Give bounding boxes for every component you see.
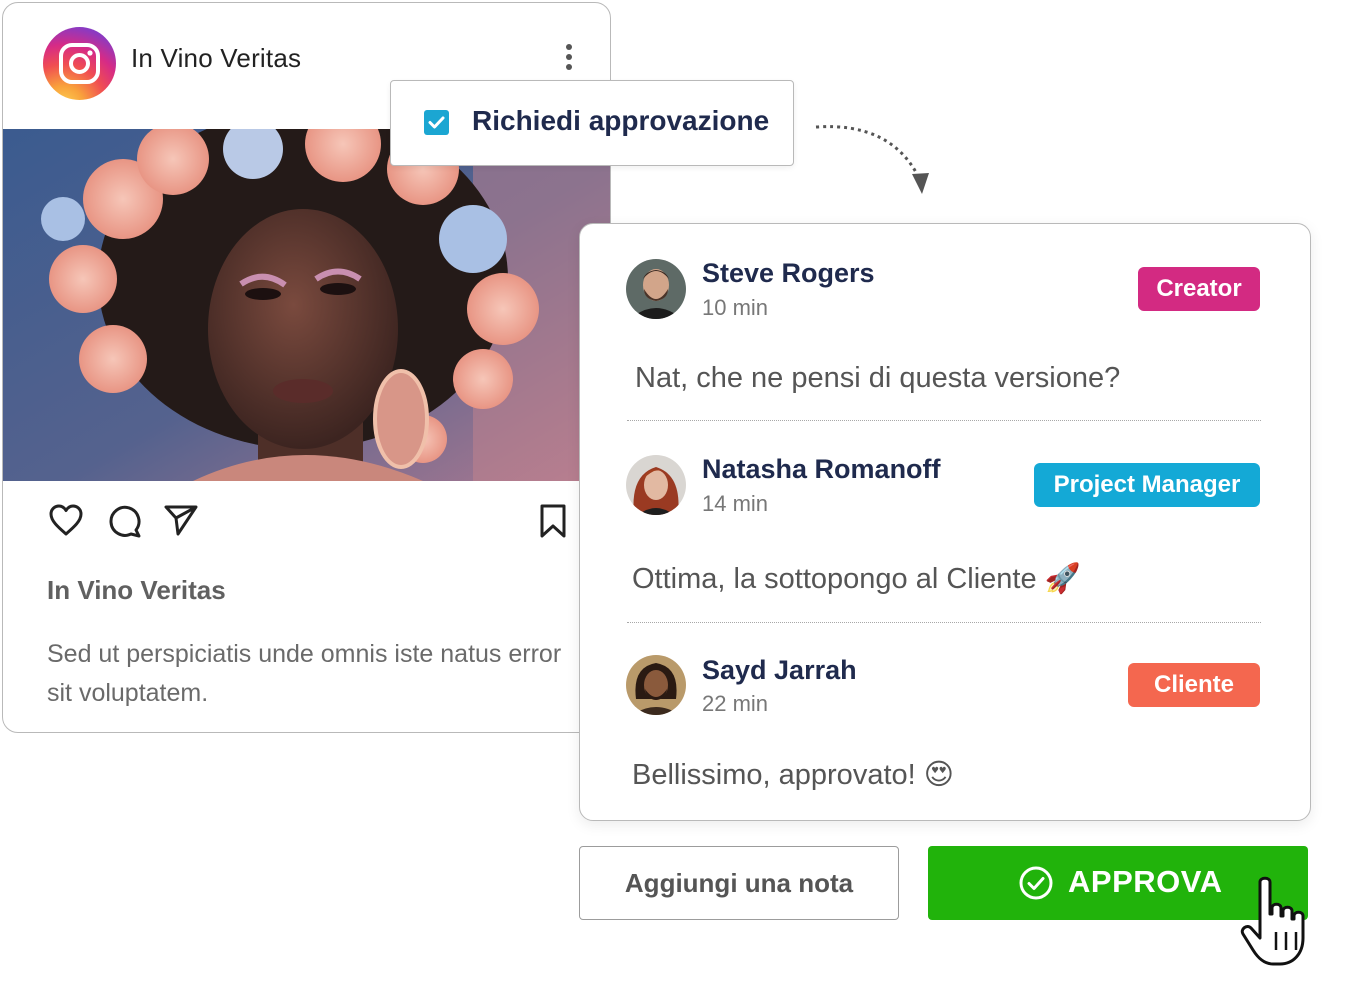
post-title: In Vino Veritas (47, 575, 226, 605)
bookmark-icon[interactable] (539, 503, 567, 544)
comment-author: Sayd Jarrah (702, 655, 857, 685)
avatar (626, 655, 686, 715)
instagram-icon (43, 27, 116, 100)
comment-message: Ottima, la sottopongo al Cliente 🚀 (632, 563, 1081, 595)
approval-label: Richiedi approvazione (472, 105, 770, 136)
avatar (626, 455, 686, 515)
post-caption: Sed ut perspiciatis unde omnis iste natu… (47, 640, 562, 707)
role-badge-creator: Creator (1138, 267, 1260, 311)
comment-message: Bellissimo, approvato! 😍 (632, 759, 954, 791)
role-badge-cliente: Cliente (1128, 663, 1260, 707)
post-image (3, 129, 610, 481)
share-send-icon[interactable] (163, 503, 199, 542)
approve-label: APPROVA (1068, 864, 1223, 899)
divider (627, 420, 1261, 421)
comment-time: 14 min (702, 491, 769, 516)
divider (627, 622, 1261, 623)
like-heart-icon[interactable] (48, 503, 84, 542)
hand-pointer-cursor-icon (1240, 876, 1305, 966)
approval-request-box: Richiedi approvazione (390, 80, 794, 166)
approval-checkbox[interactable] (424, 110, 449, 135)
comment-bubble-icon[interactable] (106, 503, 142, 544)
add-note-button[interactable]: Aggiungi una nota (579, 846, 899, 920)
avatar (626, 259, 686, 319)
role-badge-project-manager: Project Manager (1034, 463, 1260, 507)
comment-time: 10 min (702, 295, 769, 320)
comment-time: 22 min (702, 691, 769, 716)
comment-author: Steve Rogers (702, 258, 875, 288)
comment-message: Nat, che ne pensi di questa versione? (635, 362, 1121, 394)
check-circle-icon (1019, 866, 1053, 900)
comment-author: Natasha Romanoff (702, 454, 941, 484)
more-options-icon[interactable] (559, 41, 579, 75)
comment-panel: Steve Rogers 10 min Creator Nat, che ne … (579, 223, 1311, 821)
post-action-bar (3, 481, 610, 561)
dashed-arrow-icon (815, 125, 929, 194)
checkmark-icon (428, 116, 445, 129)
account-name: In Vino Veritas (131, 43, 302, 73)
